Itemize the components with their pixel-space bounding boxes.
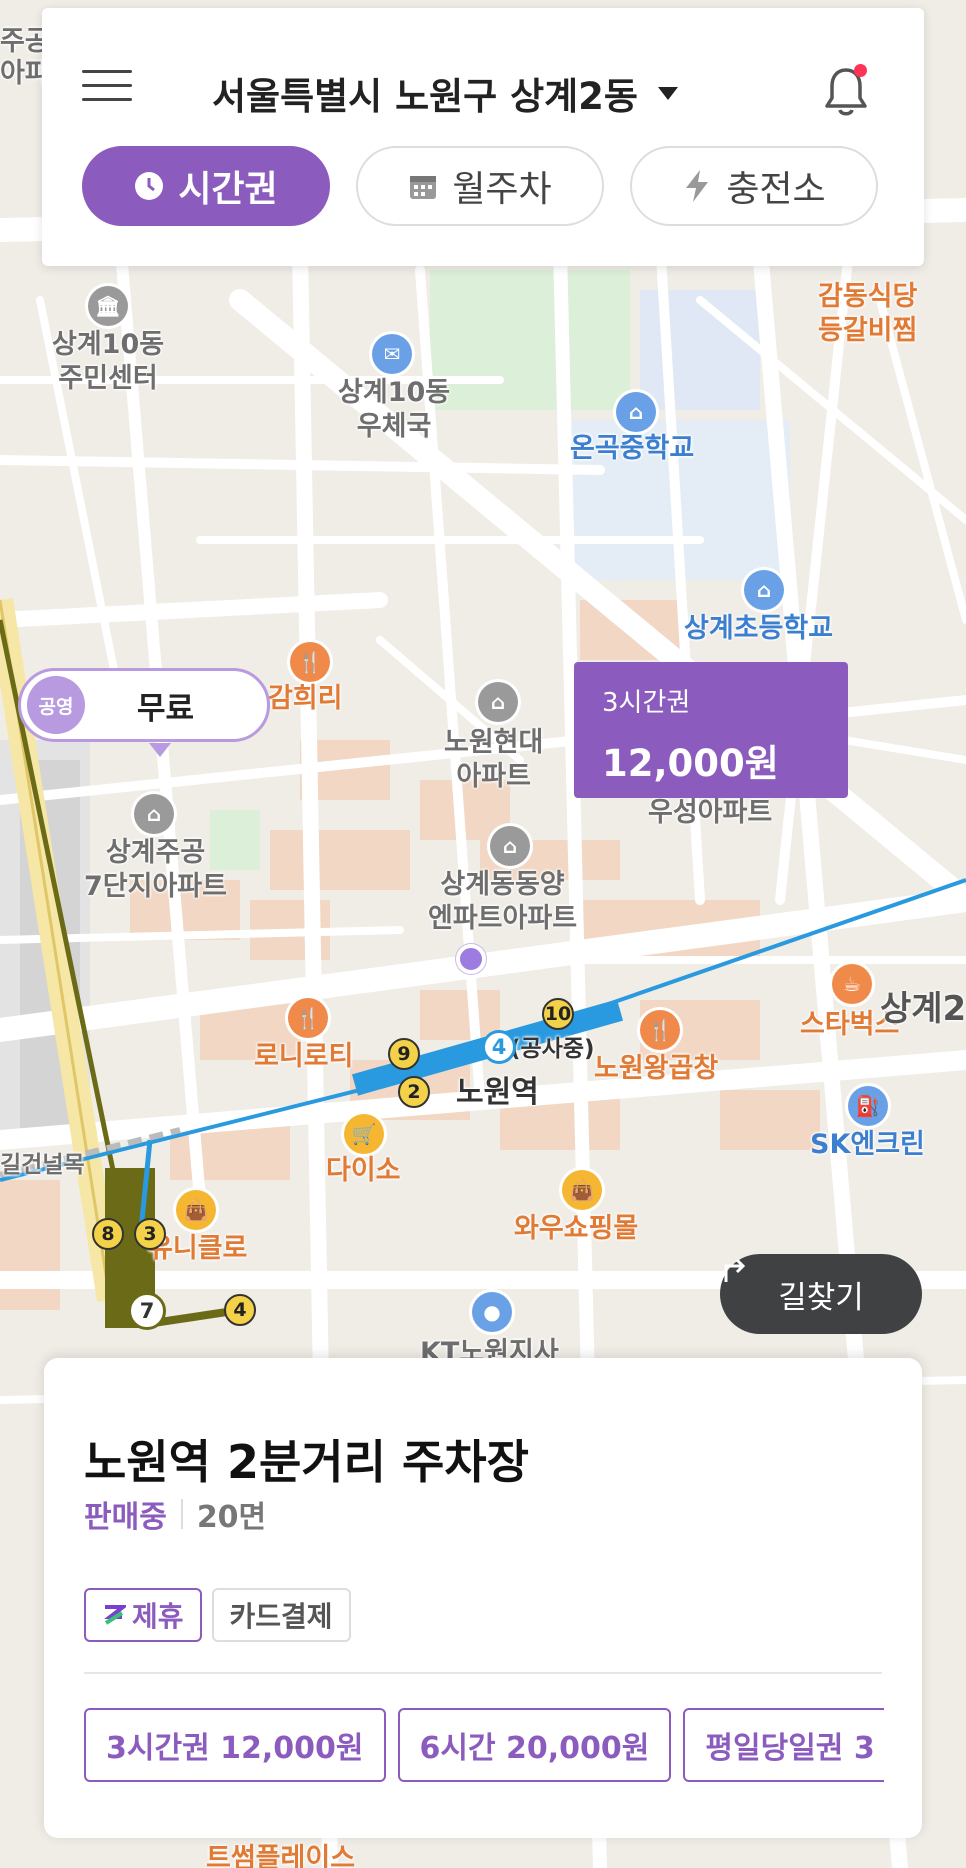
hamburger-menu-icon[interactable] [82, 70, 132, 110]
parking-lot-name: 노원역 2분거리 주차장 [84, 1435, 529, 1489]
poi-label: (공사중) [510, 1036, 595, 1062]
tab-hourly-pass[interactable]: 시간권 [82, 146, 330, 226]
exit-number-badge: 2 [398, 1076, 430, 1108]
poi-label: 다이소 [326, 1155, 401, 1186]
partner-z-icon [104, 1605, 126, 1625]
shopping-bag-icon: 👜 [176, 1190, 216, 1230]
ticket-list[interactable]: 3시간권 12,000원 6시간 20,000원 평일당일권 3 [84, 1708, 884, 1782]
school-icon: ⌂ [744, 570, 784, 610]
office-icon: ● [472, 1292, 512, 1332]
apartment-icon: ⌂ [134, 794, 174, 834]
category-tabs: 시간권 월주차 충전소 [82, 146, 878, 226]
restaurant-icon: 🍴 [288, 998, 328, 1038]
tag-label: 제휴 [132, 1600, 184, 1633]
directions-button[interactable]: 길찾기 [720, 1254, 922, 1334]
parking-marker-selected[interactable]: 3시간권 12,000원 [574, 662, 848, 798]
poi-label: 트썸플레이스 [206, 1843, 356, 1868]
restaurant-icon: 🍴 [640, 1010, 680, 1050]
marker-ticket-title: 3시간권 [602, 688, 691, 718]
card-payment-tag: 카드결제 [211, 1588, 351, 1642]
divider [84, 1672, 882, 1674]
poi-label: 로니로티 [254, 1041, 354, 1072]
notification-dot [854, 64, 867, 77]
tab-label: 시간권 [178, 169, 278, 210]
poi-label: 감희리 [268, 683, 343, 714]
tab-monthly-parking[interactable]: 월주차 [356, 146, 604, 226]
poi-label: SK엔크린 [810, 1129, 925, 1160]
lot-meta: 판매중 20면 [84, 1492, 266, 1536]
poi-label: 노원현대 아파트 [444, 727, 544, 792]
school-icon: ⌂ [616, 392, 656, 432]
bolt-icon [682, 170, 712, 202]
exit-number-badge: 10 [542, 998, 574, 1030]
poi-label: 온곡중학교 [570, 433, 695, 464]
tab-charging-station[interactable]: 충전소 [630, 146, 878, 226]
marker-price: 12,000원 [602, 742, 779, 785]
location-selector[interactable]: 서울특별시 노원구 상계2동 [212, 66, 678, 120]
poi-label: 노원왕곱창 [594, 1053, 719, 1084]
current-location-dot [456, 944, 486, 974]
poi-label: 상계초등학교 [684, 613, 834, 644]
caret-down-icon [657, 86, 678, 100]
parking-lot-detail-sheet[interactable]: 노원역 2분거리 주차장 판매중 20면 제휴 카드결제 3시간권 12,000… [44, 1358, 922, 1838]
subway-line-7-icon: 7 [128, 1292, 166, 1330]
poi-label: 우성아파트 [648, 797, 773, 828]
restaurant-icon: 🍴 [290, 642, 330, 682]
poi-label: 감동식당 등갈비찜 [818, 281, 918, 346]
tab-label: 충전소 [726, 169, 826, 210]
location-label: 서울특별시 노원구 상계2동 [212, 75, 638, 118]
shopping-cart-icon: 🛒 [344, 1114, 384, 1154]
subway-line-4-icon: 4 [482, 1030, 516, 1064]
parking-marker-free[interactable]: 공영 무료 [18, 668, 270, 757]
apartment-icon: ⌂ [478, 682, 518, 722]
post-office-icon: ✉ [372, 334, 412, 374]
marker-label: 무료 [137, 690, 195, 727]
exit-number-badge: 9 [388, 1038, 420, 1070]
marker-tail [149, 743, 171, 757]
ticket-option[interactable]: 평일당일권 3 [683, 1708, 884, 1782]
shopping-bag-icon: 👜 [562, 1170, 602, 1210]
exit-number-badge: 3 [134, 1218, 166, 1250]
directions-label: 길찾기 [778, 1279, 864, 1316]
clock-icon [134, 171, 164, 201]
space-count: 20면 [196, 1500, 267, 1535]
poi-label: 상계동동양 엔파트아파트 [428, 869, 578, 934]
poi-label: 상계10동 주민센터 [52, 329, 165, 394]
partner-tag: 제휴 [84, 1588, 202, 1642]
poi-label: 상계2 [880, 989, 966, 1029]
tab-label: 월주차 [452, 169, 552, 210]
cafe-icon: ☕ [832, 964, 872, 1004]
apartment-icon: ⌂ [490, 826, 530, 866]
building-icon: 🏛 [88, 286, 128, 326]
ticket-option[interactable]: 3시간권 12,000원 [84, 1708, 386, 1782]
turn-right-icon [724, 1258, 746, 1282]
exit-number-badge: 4 [224, 1294, 256, 1326]
feature-tags: 제휴 카드결제 [84, 1588, 351, 1642]
public-badge: 공영 [27, 676, 85, 734]
ticket-option[interactable]: 6시간 20,000원 [397, 1708, 672, 1782]
tag-label: 카드결제 [229, 1600, 333, 1633]
poi-label: 와우쇼핑몰 [514, 1213, 639, 1244]
poi-label: 길건널목 [0, 1152, 85, 1178]
poi-label: 상계10동 우체국 [338, 377, 451, 442]
poi-label: 노원역 [456, 1075, 539, 1110]
calendar-icon [408, 171, 438, 201]
top-header: 서울특별시 노원구 상계2동 시간권 월주차 충전소 [42, 8, 924, 266]
poi-label: 상계주공 7단지아파트 [84, 837, 227, 902]
gas-station-icon: ⛽ [848, 1086, 888, 1126]
sale-status: 판매중 [84, 1500, 167, 1535]
exit-number-badge: 8 [92, 1218, 124, 1250]
divider [180, 1499, 183, 1529]
